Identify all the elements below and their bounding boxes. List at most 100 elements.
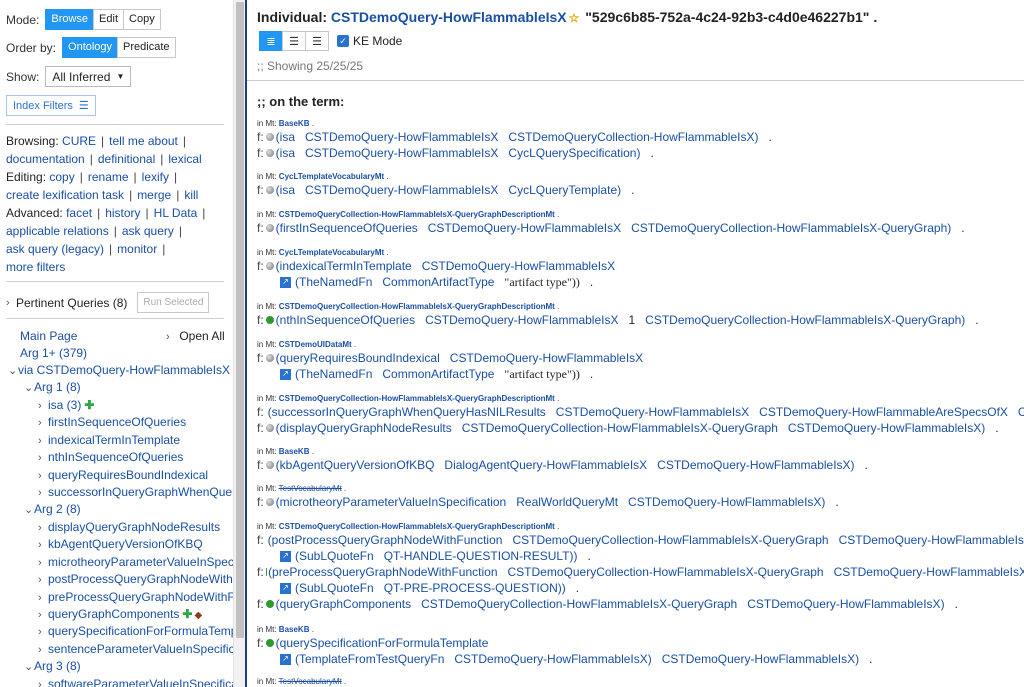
tree-item[interactable]: › preProcessQueryGraphNodeWithFu bbox=[38, 590, 233, 604]
term-link[interactable]: CSTDemoQuery-HowFlammableIsX bbox=[839, 532, 1024, 548]
term-link[interactable]: CSTDemoQuery-HowFlammableAreSpecsOfX bbox=[759, 404, 1008, 420]
term-link[interactable]: CommonArtifactType bbox=[382, 366, 494, 382]
plus-icon[interactable]: ✚ bbox=[182, 607, 192, 621]
link-ask-query-legacy[interactable]: ask query (legacy) bbox=[6, 242, 104, 256]
diamond-icon[interactable]: ◆ bbox=[194, 610, 202, 621]
mt-link[interactable]: TestVocabularyMt bbox=[279, 677, 342, 686]
term-link[interactable]: CycLQueryTemplate) bbox=[508, 182, 621, 198]
function-icon[interactable]: ↗ bbox=[280, 582, 291, 594]
term-link[interactable]: (TheNamedFn bbox=[295, 366, 372, 382]
link-create-lexification-task[interactable]: create lexification task bbox=[6, 188, 124, 202]
term-link[interactable]: (queryRequiresBoundIndexical bbox=[276, 350, 440, 366]
term-link[interactable]: CSTDemoQueryCollection-HowFlammableIsX-Q… bbox=[645, 312, 965, 328]
term-link[interactable]: (preProcessQueryGraphNodeWithFunction bbox=[268, 564, 497, 580]
green-dot-icon[interactable] bbox=[265, 600, 274, 608]
star-icon[interactable]: ☆ bbox=[569, 11, 580, 25]
tree-item[interactable]: › isa (3) ✚ bbox=[38, 398, 94, 412]
term-link[interactable]: CSTDemoQuery-HowFlammableIsX bbox=[305, 129, 498, 145]
plus-icon[interactable]: ✚ bbox=[84, 398, 94, 412]
link-copy[interactable]: copy bbox=[49, 170, 74, 184]
link-rename[interactable]: rename bbox=[88, 170, 129, 184]
mt-link[interactable]: CSTDemoQueryCollection-HowFlammableIsX-Q… bbox=[279, 522, 555, 531]
term-link[interactable]: DialogAgentQuery-HowFlammableIsX bbox=[444, 457, 647, 473]
link-ask-query[interactable]: ask query bbox=[122, 224, 174, 238]
term-link[interactable]: (querySpecificationForFormulaTemplate bbox=[276, 635, 489, 651]
term-link[interactable]: CSTDe bbox=[1018, 404, 1024, 420]
gray-dot-icon[interactable] bbox=[265, 224, 274, 232]
term-link[interactable]: (successorInQueryGraphWhenQueryHasNILRes… bbox=[268, 404, 546, 420]
tree-item[interactable]: › sentenceParameterValueInSpecific bbox=[38, 642, 233, 656]
term-link[interactable]: (isa bbox=[276, 129, 295, 145]
chevron-right-icon[interactable]: › bbox=[6, 297, 16, 309]
tree-item[interactable]: › successorInQueryGraphWhenQuery bbox=[38, 485, 233, 499]
tree-item[interactable]: › displayQueryGraphNodeResults bbox=[38, 520, 220, 534]
term-link[interactable]: CycLQuerySpecification) bbox=[508, 145, 640, 161]
term-link[interactable]: (nthInSequenceOfQueries bbox=[276, 312, 415, 328]
function-icon[interactable]: ↗ bbox=[280, 368, 291, 380]
link-more-filters[interactable]: more filters bbox=[6, 260, 65, 274]
term-link[interactable]: (microtheoryParameterValueInSpecificatio… bbox=[276, 494, 507, 510]
arg1-node[interactable]: ⌄Arg 1 (8) bbox=[24, 380, 81, 394]
scrollbar-thumb[interactable] bbox=[236, 2, 244, 638]
gray-dot-icon[interactable] bbox=[265, 262, 274, 270]
gray-dot-icon[interactable] bbox=[265, 354, 274, 362]
align-justify-icon[interactable]: ≣ bbox=[259, 31, 283, 51]
via-node[interactable]: ⌄via CSTDemoQuery-HowFlammableIsX (2 bbox=[8, 363, 233, 377]
mt-link[interactable]: BaseKB bbox=[279, 119, 310, 128]
term-link[interactable]: CSTDemoQuery-HowFlammableIsX) bbox=[662, 651, 859, 667]
arg1plus-link[interactable]: Arg 1+ (379) bbox=[20, 346, 87, 360]
function-icon[interactable]: ↗ bbox=[280, 276, 291, 288]
link-documentation[interactable]: documentation bbox=[6, 152, 85, 166]
term-link[interactable]: CSTDemoQueryCollection-HowFlammableIsX-Q… bbox=[631, 220, 951, 236]
function-icon[interactable]: ↗ bbox=[280, 653, 291, 665]
term-link[interactable]: (SubLQuoteFn bbox=[295, 548, 374, 564]
term-link[interactable]: (displayQueryGraphNodeResults bbox=[276, 420, 452, 436]
title-term-link[interactable]: CSTDemoQuery-HowFlammableIsX bbox=[331, 9, 567, 25]
tree-item[interactable]: › postProcessQueryGraphNodeWithF bbox=[38, 572, 233, 586]
sidebar-scrollbar[interactable] bbox=[233, 0, 245, 687]
term-link[interactable]: CSTDemoQuery-HowFlammableIsX) bbox=[454, 651, 651, 667]
mt-link[interactable]: CycLTemplateVocabularyMt bbox=[279, 248, 384, 257]
tree-item[interactable]: › firstInSequenceOfQueries bbox=[38, 415, 186, 429]
mode-browse-button[interactable]: Browse bbox=[45, 9, 95, 30]
term-link[interactable]: CSTDemoQuery-HowFlammableIsX bbox=[834, 564, 1024, 580]
gray-dot-icon[interactable] bbox=[265, 149, 274, 157]
order-predicate-button[interactable]: Predicate bbox=[117, 37, 176, 58]
term-link[interactable]: (queryGraphComponents bbox=[276, 596, 411, 612]
tree-item[interactable]: › microtheoryParameterValueInSpec bbox=[38, 555, 233, 569]
term-link[interactable]: CSTDemoQuery-HowFlammableIsX) bbox=[788, 420, 985, 436]
term-link[interactable]: CSTDemoQueryCollection-HowFlammableIsX-Q… bbox=[508, 564, 824, 580]
arg2-node[interactable]: ⌄Arg 2 (8) bbox=[24, 502, 81, 516]
term-link[interactable]: CSTDemoQuery-HowFlammableIsX bbox=[305, 182, 498, 198]
term-link[interactable]: CSTDemoQuery-HowFlammableIsX) bbox=[628, 494, 825, 510]
term-link[interactable]: (kbAgentQueryVersionOfKBQ bbox=[276, 457, 435, 473]
ke-mode-checkbox[interactable]: ✓ bbox=[337, 35, 349, 47]
gray-dot-icon[interactable] bbox=[265, 424, 274, 432]
gray-dot-icon[interactable] bbox=[265, 133, 274, 141]
term-link[interactable]: CSTDemoQueryCollection-HowFlammableIsX-Q… bbox=[462, 420, 778, 436]
term-link[interactable]: CSTDemoQuery-HowFlammableIsX bbox=[450, 350, 643, 366]
main-page-link[interactable]: Main Page bbox=[20, 329, 77, 343]
term-link[interactable]: CSTDemoQuery-HowFlammableIsX) bbox=[657, 457, 854, 473]
pertinent-queries-label[interactable]: Pertinent Queries (8) bbox=[16, 296, 127, 310]
link-lexify[interactable]: lexify bbox=[142, 170, 169, 184]
link-facet[interactable]: facet bbox=[66, 206, 92, 220]
link-history[interactable]: history bbox=[105, 206, 140, 220]
mt-link[interactable]: BaseKB bbox=[279, 447, 310, 456]
green-dot-icon[interactable] bbox=[265, 316, 274, 324]
term-link[interactable]: (isa bbox=[276, 182, 295, 198]
term-link[interactable]: (SubLQuoteFn bbox=[295, 580, 374, 596]
tree-item[interactable]: › queryRequiresBoundIndexical bbox=[38, 468, 208, 482]
green-dot-icon[interactable] bbox=[265, 639, 274, 647]
term-link[interactable]: CSTDemoQuery-HowFlammableIsX bbox=[428, 220, 621, 236]
function-icon[interactable]: ↗ bbox=[280, 550, 291, 562]
term-link[interactable]: QT-HANDLE-QUESTION-RESULT)) bbox=[384, 548, 578, 564]
order-ontology-button[interactable]: Ontology bbox=[62, 37, 119, 58]
term-link[interactable]: CSTDemoQuery-HowFlammableIsX) bbox=[747, 596, 944, 612]
term-link[interactable]: CSTDemoQuery-HowFlammableIsX bbox=[425, 312, 618, 328]
term-link[interactable]: QT-PRE-PROCESS-QUESTION)) bbox=[384, 580, 566, 596]
link-hl-data[interactable]: HL Data bbox=[154, 206, 198, 220]
gray-dot-icon[interactable] bbox=[265, 186, 274, 194]
link-lexical[interactable]: lexical bbox=[168, 152, 201, 166]
run-selected-button[interactable]: Run Selected bbox=[137, 292, 210, 313]
